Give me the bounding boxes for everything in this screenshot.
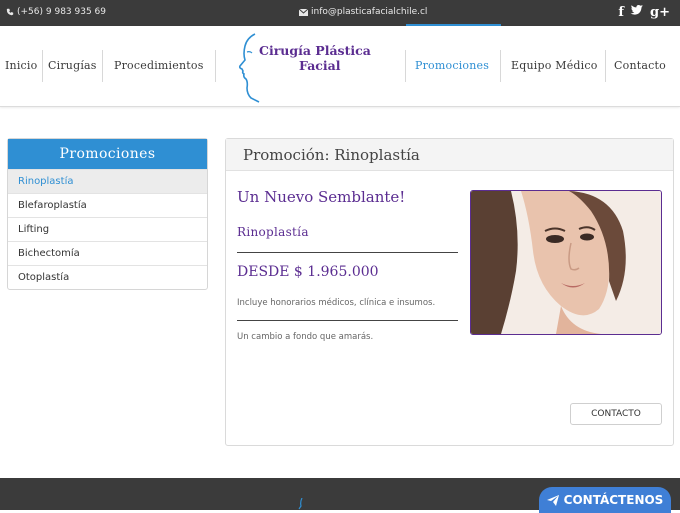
promotion-title: Promoción: Rinoplastía [226,139,673,171]
nav-contacto[interactable]: Contacto [614,59,666,72]
main-navigation: Inicio Cirugías Procedimientos Cirugía P… [0,26,680,107]
divider [237,252,458,253]
promotion-price: DESDE $ 1.965.000 [237,264,379,280]
contact-us-button[interactable]: CONTÁCTENOS [539,487,671,513]
nav-procedimientos[interactable]: Procedimientos [114,59,204,72]
promotion-panel: Promoción: Rinoplastía Un Nuevo Semblant… [225,138,674,446]
top-bar: (+56) 9 983 935 69 info@plasticafacialch… [0,0,680,26]
sidebar-item-rinoplastia[interactable]: Rinoplastía [8,169,207,193]
google-plus-icon[interactable]: g+ [650,5,670,20]
sidebar-item-lifting[interactable]: Lifting [8,217,207,241]
nav-promociones[interactable]: Promociones [415,59,489,72]
divider [237,320,458,321]
contact-button[interactable]: CONTACTO [570,403,662,425]
sidebar-title: Promociones [8,139,207,169]
footer-logo-icon [298,498,303,510]
nav-cirugias[interactable]: Cirugías [48,59,97,72]
email-address: info@plasticafacialchile.cl [311,7,428,17]
social-links: f g+ [618,4,670,20]
envelope-icon [299,8,308,16]
nav-divider [102,50,103,82]
nav-inicio[interactable]: Inicio [5,59,37,72]
email-contact[interactable]: info@plasticafacialchile.cl [299,7,427,17]
phone-number: (+56) 9 983 935 69 [17,7,106,17]
price-includes-note: Incluye honorarios médicos, clínica e in… [237,298,436,308]
phone-contact[interactable]: (+56) 9 983 935 69 [6,7,106,17]
logo-title-line2: Facial [299,58,341,73]
twitter-icon[interactable] [630,4,644,20]
nav-divider [42,50,43,82]
site-logo[interactable]: Cirugía Plástica Facial [231,30,401,104]
nav-divider [500,50,501,82]
facebook-icon[interactable]: f [618,5,624,20]
promotions-sidebar: Promociones Rinoplastía Blefaroplastía L… [7,138,208,290]
nav-divider [215,50,216,82]
phone-icon [6,8,14,16]
sidebar-item-otoplastia[interactable]: Otoplastía [8,265,207,289]
sidebar-item-blefaroplastia[interactable]: Blefaroplastía [8,193,207,217]
logo-title-line1: Cirugía Plástica [259,43,371,58]
promotion-headline: Un Nuevo Semblante! [237,188,406,206]
procedure-name: Rinoplastía [237,225,309,239]
nav-divider [605,50,606,82]
nav-divider [405,50,406,82]
nav-equipo-medico[interactable]: Equipo Médico [511,59,598,72]
promotion-face-image [470,190,662,335]
paper-plane-icon [546,494,559,506]
promotion-tagline: Un cambio a fondo que amarás. [237,332,374,342]
contact-us-label: CONTÁCTENOS [563,493,664,507]
sidebar-item-bichectomia[interactable]: Bichectomía [8,241,207,265]
